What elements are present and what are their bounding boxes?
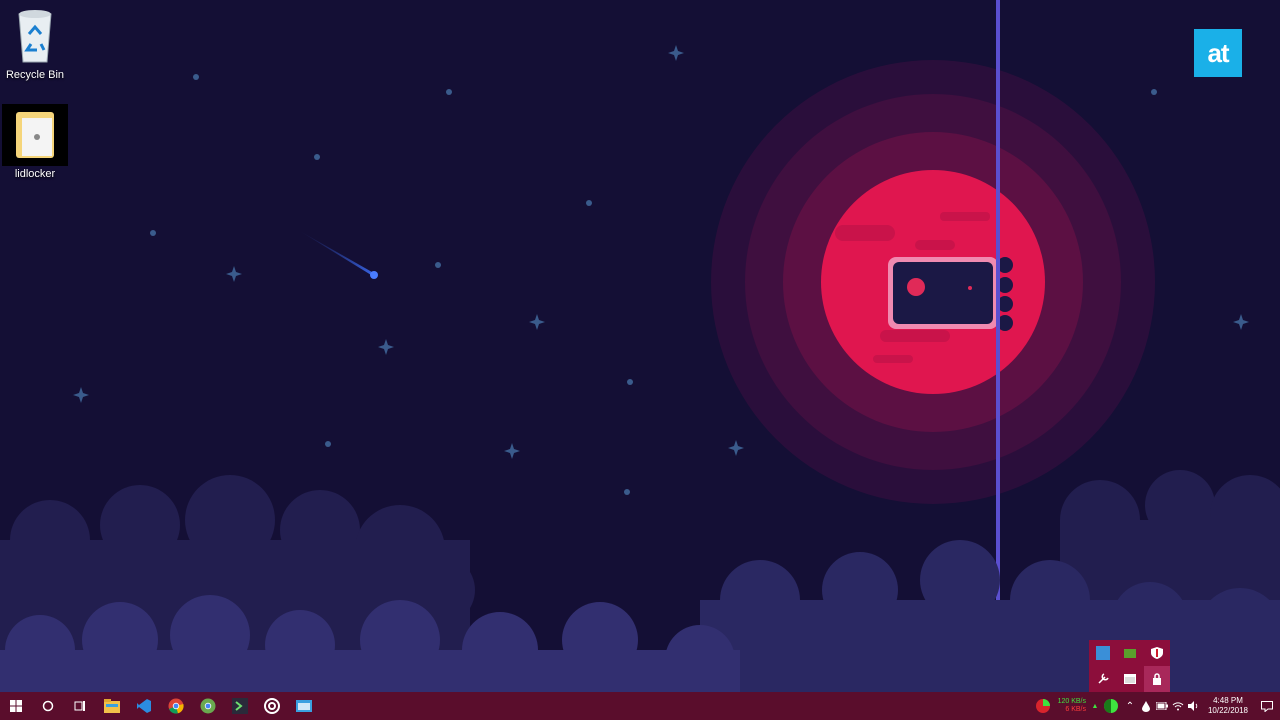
desktop-icon-recycle-bin[interactable]: Recycle Bin xyxy=(0,6,70,81)
vs-code-icon[interactable] xyxy=(128,692,160,720)
volume-icon[interactable] xyxy=(1186,692,1202,720)
system-tray: 120 KB/s 6 KB/s ▲ ⌃ 4:48 PM 10/22/2018 xyxy=(1032,692,1280,720)
network-speed-meter: 120 KB/s 6 KB/s xyxy=(1058,698,1086,714)
desktop-icon-label: lidlocker xyxy=(14,168,56,180)
desktop-icon-lidlocker[interactable]: lidlocker xyxy=(0,104,70,180)
clock-date: 10/22/2018 xyxy=(1207,706,1249,715)
nvidia-icon[interactable] xyxy=(1123,648,1136,658)
recycle-bin-icon xyxy=(18,10,52,63)
chrome-icon[interactable] xyxy=(160,692,192,720)
cortana-circle-icon[interactable] xyxy=(32,692,64,720)
pie-chart-icon[interactable] xyxy=(1032,692,1054,720)
window-app-icon[interactable] xyxy=(288,692,320,720)
tray-overflow-flyout xyxy=(1089,640,1170,693)
brand-logo: at xyxy=(1194,29,1242,77)
drop-icon[interactable] xyxy=(1138,692,1154,720)
battery-icon[interactable] xyxy=(1154,692,1170,720)
green-circle-icon[interactable] xyxy=(1100,692,1122,720)
folder-icon xyxy=(16,112,54,158)
lock-icon[interactable] xyxy=(1143,666,1170,692)
tool-icon[interactable] xyxy=(1096,672,1110,686)
taskbar: 120 KB/s 6 KB/s ▲ ⌃ 4:48 PM 10/22/2018 xyxy=(0,692,1280,720)
window-icon[interactable] xyxy=(1123,672,1137,686)
desktop-wallpaper xyxy=(0,0,1280,692)
net-upload-speed: 120 KB/s xyxy=(1057,698,1086,705)
file-explorer-icon[interactable] xyxy=(96,692,128,720)
windows-defender-icon[interactable] xyxy=(1095,646,1110,660)
terminal-app-icon[interactable] xyxy=(224,692,256,720)
net-download-speed: 6 KB/s xyxy=(1065,706,1086,713)
task-view-icon[interactable] xyxy=(64,692,96,720)
shield-icon[interactable] xyxy=(1150,646,1164,660)
chrome-canary-icon[interactable] xyxy=(192,692,224,720)
windows-start-icon[interactable] xyxy=(0,692,32,720)
wifi-icon[interactable] xyxy=(1170,692,1186,720)
clock-time: 4:48 PM xyxy=(1213,696,1243,705)
up-down-arrows-icon: ▲ xyxy=(1091,702,1099,710)
system-clock[interactable]: 4:48 PM 10/22/2018 xyxy=(1204,696,1252,716)
target-app-icon[interactable] xyxy=(256,692,288,720)
desktop-icon-label: Recycle Bin xyxy=(5,69,65,81)
chevron-up-icon[interactable]: ⌃ xyxy=(1122,692,1138,720)
action-center-icon[interactable] xyxy=(1254,692,1280,720)
